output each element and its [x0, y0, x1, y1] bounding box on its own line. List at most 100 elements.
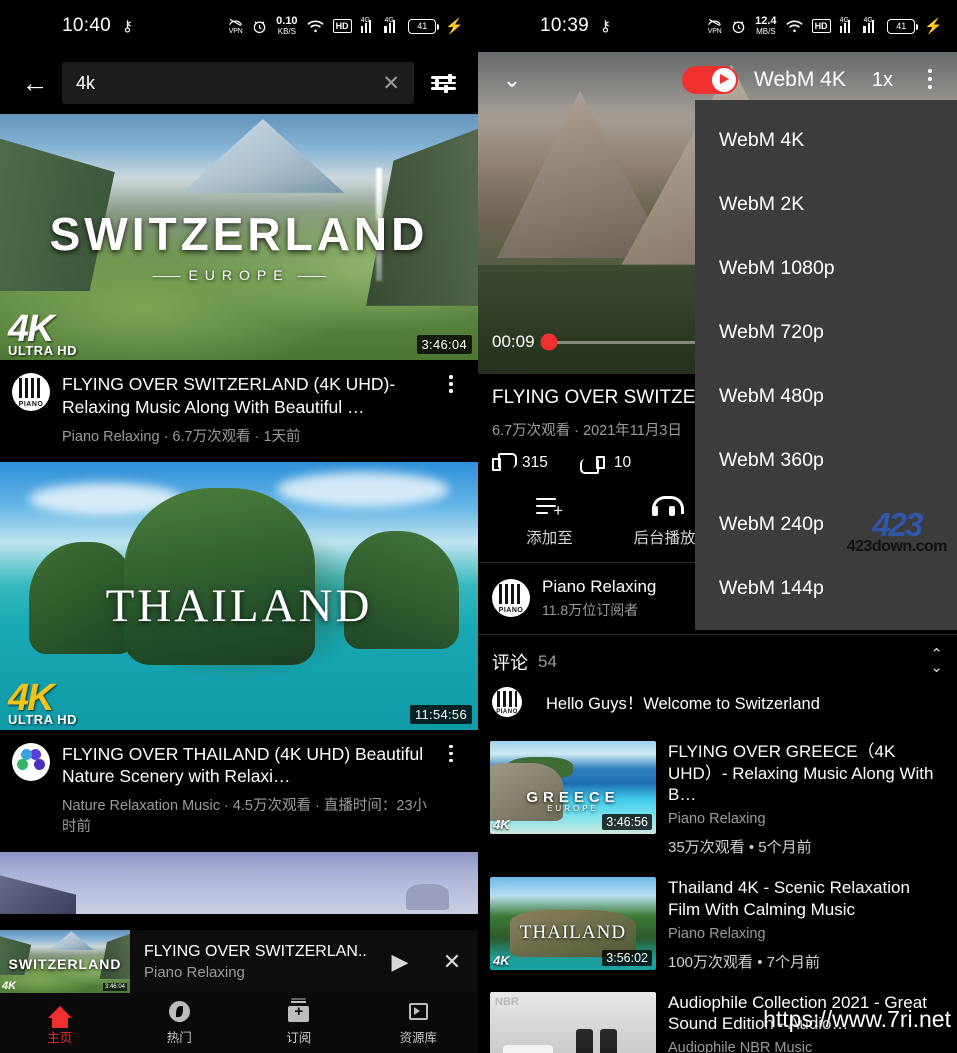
add-to-playlist-button[interactable]: + 添加至 [492, 496, 607, 548]
related-title: FLYING OVER GREECE（4K UHD）- Relaxing Mus… [668, 741, 945, 806]
dislike-count: 10 [614, 454, 631, 472]
expand-collapse-icon[interactable]: ⌃⌄ [930, 649, 943, 675]
comment-text: Hello Guys！Welcome to Switzerland [546, 690, 820, 714]
comments-header[interactable]: 评论 54 ⌃⌄ [478, 635, 957, 683]
progress-knob[interactable] [540, 334, 557, 351]
comments-count: 54 [538, 652, 557, 672]
video-thumbnail-switzerland[interactable]: SWITZERLAND EUROPE 4K ULTRA HD 3:46:04 [0, 114, 478, 360]
quality-option-webm-1080p[interactable]: WebM 1080p [695, 236, 957, 300]
mini-player[interactable]: SWITZERLAND 4K 3:46:04 FLYING OVER SWITZ… [0, 930, 478, 993]
video-subline: Piano Relaxing · 6.7万次观看 · 1天前 [62, 427, 436, 448]
mini-player-thumbnail[interactable]: SWITZERLAND 4K 3:46:04 [0, 930, 130, 993]
quality-option-webm-480p[interactable]: WebM 480p [695, 364, 957, 428]
network-speed-unit: KB/S [276, 28, 297, 36]
thumbnail-title: THAILAND [0, 579, 478, 633]
thumbnail-caption: NBR [495, 996, 519, 1008]
video-duration: 3:46:56 [602, 814, 652, 830]
video-meta-switzerland[interactable]: FLYING OVER SWITZERLAND (4K UHD)-Relaxin… [0, 360, 478, 462]
add-to-playlist-icon: + [536, 496, 563, 516]
resolution-badge: 4K ULTRA HD [8, 313, 77, 356]
related-meta: 35万次观看 • 5个月前 [668, 836, 945, 857]
format-quality-label[interactable]: WebM 4K [754, 68, 846, 92]
battery-indicator: 41 [408, 19, 436, 34]
nav-item-home[interactable]: 主页 [0, 1001, 120, 1046]
search-input[interactable]: 4k ✕ [62, 62, 414, 104]
related-thumbnail[interactable]: THAILAND 4K 3:56:02 [490, 877, 656, 970]
thumbnail-subtitle: EUROPE [0, 267, 478, 283]
nav-item-library[interactable]: 资源库 [359, 1001, 479, 1046]
kebab-menu-icon[interactable] [436, 743, 466, 839]
related-video-greece[interactable]: GREECE EUROPE 4K 3:46:56 FLYING OVER GRE… [478, 731, 957, 867]
video-duration: 11:54:56 [410, 705, 472, 724]
quality-format-dropdown[interactable]: WebM 4K WebM 2K WebM 1080p WebM 720p Web… [695, 100, 957, 630]
charging-bolt-icon: ⚡ [924, 17, 943, 35]
dislike-button[interactable]: 10 [584, 453, 631, 474]
related-thumbnail[interactable]: NBR [490, 992, 656, 1053]
vpn-label: VPN [708, 28, 722, 35]
quality-option-webm-720p[interactable]: WebM 720p [695, 300, 957, 364]
comments-title: 评论 [492, 649, 528, 675]
related-meta: 100万次观看 • 7个月前 [668, 951, 945, 972]
quality-option-webm-2k[interactable]: WebM 2K [695, 172, 957, 236]
quality-option-webm-4k[interactable]: WebM 4K [695, 108, 957, 172]
kebab-menu-icon[interactable] [436, 373, 466, 448]
quality-option-webm-360p[interactable]: WebM 360p [695, 428, 957, 492]
related-thumbnail[interactable]: GREECE EUROPE 4K 3:46:56 [490, 741, 656, 834]
kebab-menu-icon[interactable] [915, 67, 945, 93]
nav-label: 资源库 [399, 1027, 437, 1046]
status-bar-left: 10:40 ⚷ VPN 0.10 KB/S HD 4G 4G 41 ⚡ [0, 0, 478, 52]
badge-ultrahd-text: ULTRA HD [8, 345, 77, 356]
action-label: 后台播放 [633, 526, 695, 548]
video-thumbnail-partial[interactable] [0, 852, 478, 914]
like-button[interactable]: 315 [492, 453, 548, 474]
thumbnail-caption-sub: EUROPE [490, 804, 656, 813]
play-icon[interactable]: ▶ [374, 949, 426, 975]
network-speed: 0.10 KB/S [276, 16, 297, 36]
mini-thumb-badge: 4K [2, 980, 16, 992]
channel-avatar[interactable] [492, 579, 530, 617]
resolution-badge: 4K [493, 953, 510, 968]
video-thumbnail-thailand[interactable]: THAILAND 4K ULTRA HD 11:54:56 [0, 462, 478, 730]
thumbs-up-icon [492, 453, 513, 474]
video-duration: 3:56:02 [602, 950, 652, 966]
search-filter-icon[interactable] [420, 76, 466, 90]
network-speed: 12.4 MB/S [755, 16, 776, 36]
channel-avatar[interactable] [12, 373, 50, 411]
channel-avatar[interactable] [12, 743, 50, 781]
status-time: 10:40 [62, 15, 111, 37]
like-count: 315 [522, 454, 548, 472]
nav-item-trending[interactable]: 热门 [120, 1001, 240, 1046]
battery-indicator: 41 [887, 19, 915, 34]
first-comment[interactable]: Hello Guys！Welcome to Switzerland [478, 683, 957, 731]
nav-item-subscriptions[interactable]: 订阅 [239, 1001, 359, 1046]
search-bar: ← 4k ✕ [0, 52, 478, 114]
hd-icon: HD [333, 19, 352, 33]
bottom-navigation-bar: 主页 热门 订阅 资源库 [0, 993, 478, 1053]
resolution-badge: 4K [493, 817, 510, 832]
key-icon: ⚷ [600, 17, 611, 35]
channel-subscribers: 11.8万位订阅者 [542, 600, 656, 620]
nav-label: 主页 [47, 1027, 72, 1046]
thumbnail-caption: THAILAND [490, 922, 656, 944]
left-screen-search-results: 10:40 ⚷ VPN 0.10 KB/S HD 4G 4G 41 ⚡ ← [0, 0, 478, 1053]
sim2-signal-icon: 4G [863, 20, 878, 33]
playback-speed-label[interactable]: 1x [872, 69, 893, 92]
network-speed-value: 0.10 [276, 15, 297, 27]
related-video-thailand[interactable]: THAILAND 4K 3:56:02 Thailand 4K - Scenic… [478, 867, 957, 982]
headphones-icon [652, 496, 678, 516]
badge-ultrahd-text: ULTRA HD [8, 714, 77, 725]
youtube-play-toggle[interactable] [682, 66, 738, 94]
clear-search-icon[interactable]: ✕ [374, 71, 400, 96]
quality-option-webm-240p[interactable]: WebM 240p [695, 492, 957, 556]
nav-label: 热门 [167, 1027, 192, 1046]
right-screen-video-player: 10:39 ⚷ VPN 12.4 MB/S HD 4G 4G 41 ⚡ [478, 0, 957, 1053]
quality-option-webm-144p[interactable]: WebM 144p [695, 556, 957, 620]
subscriptions-icon [287, 1001, 311, 1023]
badge-4k-text: 4K [8, 313, 77, 345]
video-meta-thailand[interactable]: FLYING OVER THAILAND (4K UHD) Beautiful … [0, 730, 478, 853]
back-arrow-icon[interactable]: ← [12, 70, 58, 97]
related-channel: Audiophile NBR Music [668, 1040, 945, 1053]
close-icon[interactable]: ✕ [426, 949, 478, 975]
vpn-label: VPN [229, 28, 243, 35]
chevron-down-icon[interactable]: ⌄ [490, 69, 534, 91]
